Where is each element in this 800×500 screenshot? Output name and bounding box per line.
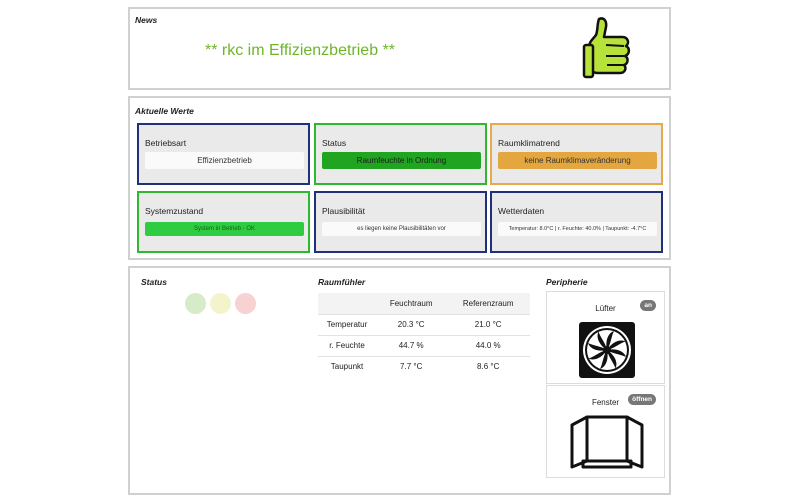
tile-label: Betriebsart [145, 138, 187, 148]
table-cell: 44.0 % [446, 334, 530, 356]
news-panel: News ** rkc im Effizienzbetrieb ** [128, 7, 671, 90]
sensor-table: Feuchtraum Referenzraum Temperatur 20.3 … [318, 293, 530, 377]
table-row: Temperatur 20.3 °C 21.0 °C [318, 313, 530, 335]
table-cell: 20.3 °C [376, 313, 447, 335]
table-row: r. Feuchte 44.7 % 44.0 % [318, 334, 530, 356]
tile-value: Temperatur: 8.0°C | r. Feuchte: 40.0% | … [498, 222, 657, 236]
status-light-yellow [210, 293, 231, 314]
table-cell: Temperatur [318, 313, 376, 335]
current-values-panel: Aktuelle Werte Betriebsart Effizienzbetr… [128, 96, 671, 260]
table-cell: 44.7 % [376, 334, 447, 356]
column-header: Referenzraum [446, 293, 530, 314]
tile-value: keine Raumklimaveränderung [498, 152, 657, 169]
tile-value: Raumfeuchte in Ordnung [322, 152, 481, 169]
tile-label: Systemzustand [145, 206, 204, 216]
column-header [318, 293, 376, 314]
device-fan: Lüfter an [546, 291, 665, 384]
details-panel: Status Raumfühler Feuchtraum Referenzrau… [128, 266, 671, 495]
tile-wetterdaten: Wetterdaten Temperatur: 8.0°C | r. Feuch… [490, 191, 663, 253]
news-message: ** rkc im Effizienzbetrieb ** [205, 42, 395, 59]
tile-value: System in Betrieb - OK [145, 222, 304, 236]
table-header-row: Feuchtraum Referenzraum [318, 293, 530, 314]
status-title: Status [141, 277, 167, 287]
status-light-red [235, 293, 256, 314]
device-status-badge[interactable]: an [640, 300, 656, 311]
tile-label: Raumklimatrend [498, 138, 560, 148]
news-title: News [135, 15, 158, 25]
tile-value: Effizienzbetrieb [145, 152, 304, 169]
table-cell: Taupunkt [318, 355, 376, 377]
table-cell: 7.7 °C [376, 355, 447, 377]
tile-systemzustand: Systemzustand System in Betrieb - OK [137, 191, 310, 253]
window-icon [570, 415, 644, 469]
thumbs-up-icon [582, 17, 631, 79]
table-cell: 21.0 °C [446, 313, 530, 335]
tile-label: Status [322, 138, 347, 148]
device-status-badge[interactable]: öffnen [628, 394, 656, 405]
current-values-title: Aktuelle Werte [135, 106, 194, 116]
table-row: Taupunkt 7.7 °C 8.6 °C [318, 355, 530, 377]
column-header: Feuchtraum [376, 293, 447, 314]
status-light-green [185, 293, 206, 314]
device-window: Fenster öffnen [546, 385, 665, 478]
tile-raumklimatrend: Raumklimatrend keine Raumklimaveränderun… [490, 123, 663, 185]
table-cell: r. Feuchte [318, 334, 376, 356]
tile-label: Plausibilität [322, 206, 365, 216]
periphery-title: Peripherie [546, 277, 588, 287]
table-cell: 8.6 °C [446, 355, 530, 377]
tile-value: es liegen keine Plausibilitäten vor [322, 222, 481, 236]
sensors-title: Raumfühler [318, 277, 366, 287]
tile-status: Status Raumfeuchte in Ordnung [314, 123, 487, 185]
tile-betriebsart: Betriebsart Effizienzbetrieb [137, 123, 310, 185]
tile-plausibilitaet: Plausibilität es liegen keine Plausibili… [314, 191, 487, 253]
tile-label: Wetterdaten [498, 206, 545, 216]
fan-icon [579, 322, 635, 378]
